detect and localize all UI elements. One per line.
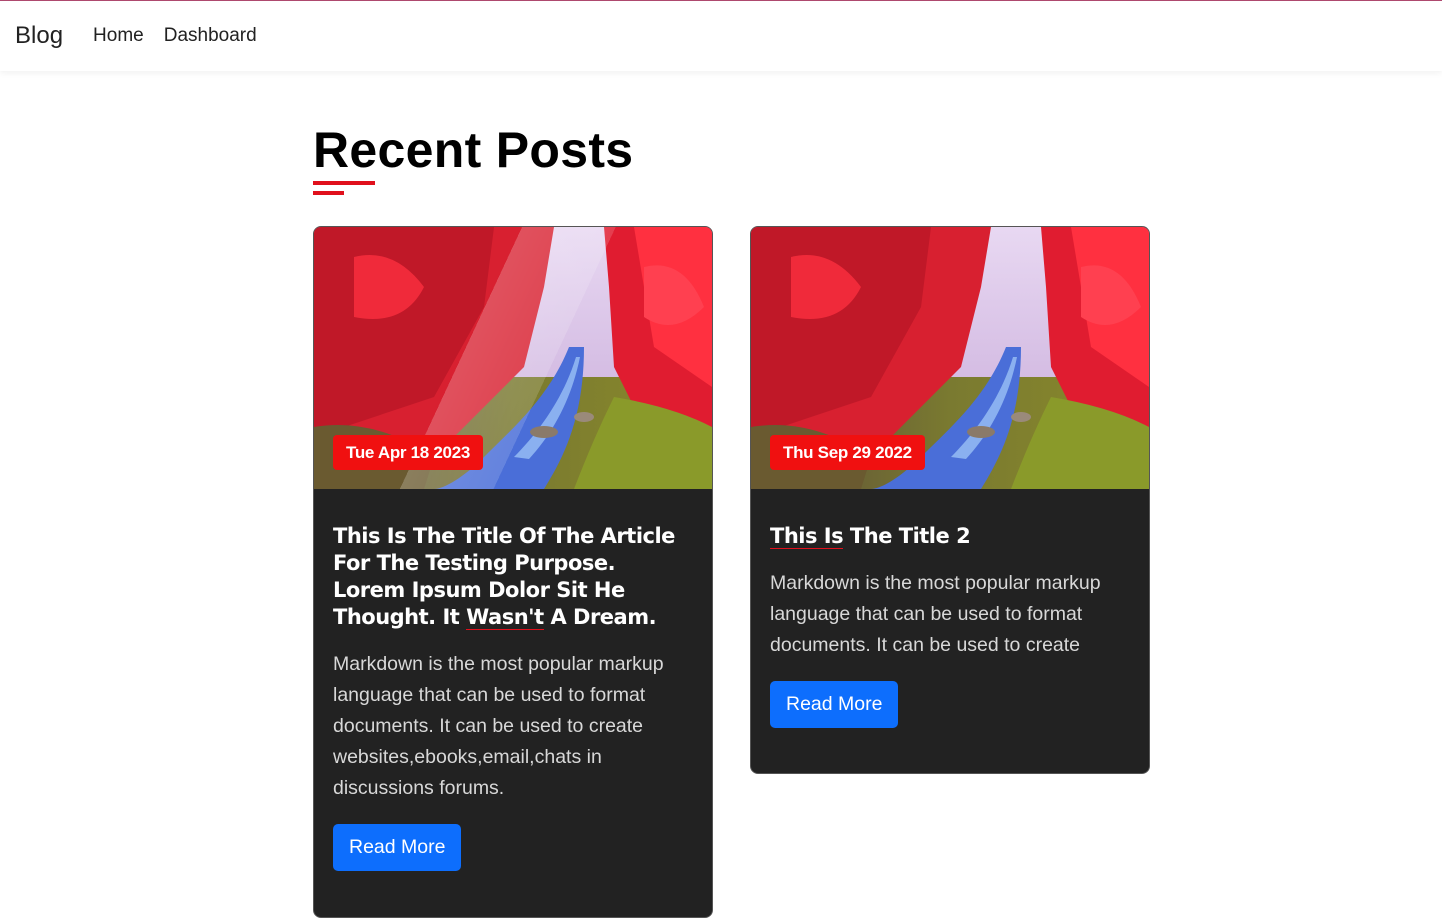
page-header: Recent Posts bbox=[313, 120, 634, 195]
post-title[interactable]: This Is The Title Of The Article For The… bbox=[333, 523, 693, 631]
post-image: Tue Apr 18 2023 bbox=[314, 227, 712, 489]
navbar: Blog Home Dashboard bbox=[0, 1, 1442, 71]
page-title: Recent Posts bbox=[313, 122, 634, 178]
post-title-underlined: Wasn't bbox=[466, 605, 544, 630]
date-badge: Thu Sep 29 2022 bbox=[770, 435, 925, 470]
post-title-rest: The Title 2 bbox=[843, 524, 971, 548]
nav-home-link[interactable]: Home bbox=[93, 25, 144, 47]
title-underline-short bbox=[313, 191, 344, 195]
post-title[interactable]: This Is The Title 2 bbox=[770, 523, 1130, 550]
title-underline-long bbox=[313, 181, 375, 185]
post-image: Thu Sep 29 2022 bbox=[751, 227, 1149, 489]
post-card: Tue Apr 18 2023 This Is The Title Of The… bbox=[313, 226, 713, 918]
post-excerpt: Markdown is the most popular markup lang… bbox=[770, 572, 1101, 656]
nav-links: Home Dashboard bbox=[93, 25, 257, 47]
nav-dashboard-link[interactable]: Dashboard bbox=[164, 25, 257, 47]
post-title-rest: A Dream. bbox=[543, 605, 657, 629]
read-more-button[interactable]: Read More bbox=[770, 681, 899, 728]
brand-link[interactable]: Blog bbox=[15, 22, 63, 50]
read-more-button[interactable]: Read More bbox=[333, 824, 462, 871]
card-body: This Is The Title Of The Article For The… bbox=[314, 489, 712, 871]
date-badge: Tue Apr 18 2023 bbox=[333, 435, 484, 470]
post-excerpt: Markdown is the most popular markup lang… bbox=[333, 653, 664, 799]
post-card: Thu Sep 29 2022 This Is The Title 2 Mark… bbox=[750, 226, 1150, 774]
post-title-underlined: This Is bbox=[770, 524, 844, 549]
card-body: This Is The Title 2 Markdown is the most… bbox=[751, 489, 1149, 728]
